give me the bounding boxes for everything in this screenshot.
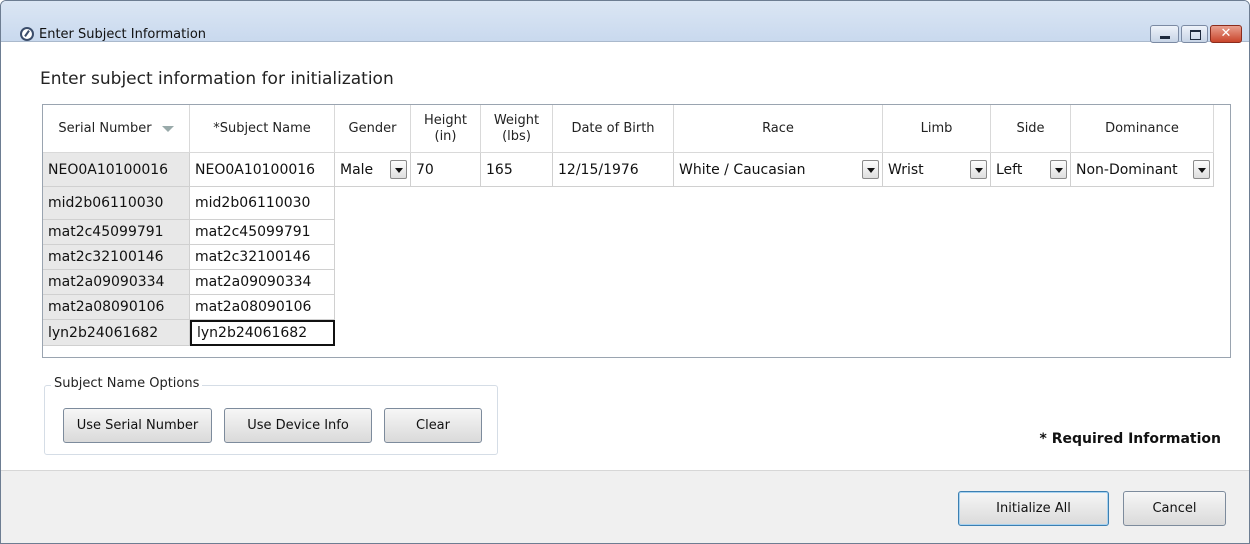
serial-number-cell[interactable]: mat2a09090334 [43, 270, 190, 295]
column-header-limb[interactable]: Limb [883, 105, 991, 153]
serial-number-cell[interactable]: mid2b06110030 [43, 187, 190, 220]
required-info-note: * Required Information [1039, 431, 1221, 447]
side-select[interactable]: Left [991, 153, 1071, 187]
race-select[interactable]: White / Caucasian [674, 153, 883, 187]
column-header-height[interactable]: Height (in) [411, 105, 481, 153]
chevron-down-icon[interactable] [1193, 160, 1210, 179]
chevron-down-icon[interactable] [970, 160, 987, 179]
column-header-serial[interactable]: Serial Number [43, 105, 190, 153]
column-header-subject-name[interactable]: *Subject Name [190, 105, 335, 153]
column-header-gender[interactable]: Gender [335, 105, 411, 153]
dob-cell[interactable]: 12/15/1976 [553, 153, 674, 187]
serial-number-cell[interactable]: mat2a08090106 [43, 295, 190, 320]
limb-select[interactable]: Wrist [883, 153, 991, 187]
subject-name-cell[interactable]: mat2a08090106 [190, 295, 335, 320]
subject-name-cell[interactable]: mat2c45099791 [190, 220, 335, 245]
footer-bar: Initialize All Cancel [1, 470, 1249, 543]
serial-number-cell[interactable]: lyn2b24061682 [43, 320, 190, 346]
use-serial-number-button[interactable]: Use Serial Number [63, 408, 212, 443]
serial-number-cell[interactable]: mat2c32100146 [43, 245, 190, 270]
subject-name-cell[interactable]: mid2b06110030 [190, 187, 335, 220]
gender-select[interactable]: Male [335, 153, 411, 187]
maximize-button[interactable] [1181, 25, 1208, 43]
use-device-info-button[interactable]: Use Device Info [224, 408, 372, 443]
chevron-down-icon[interactable] [390, 160, 407, 179]
column-header-dob[interactable]: Date of Birth [553, 105, 674, 153]
column-header-race[interactable]: Race [674, 105, 883, 153]
sort-down-icon[interactable] [161, 125, 174, 132]
height-cell[interactable]: 70 [411, 153, 481, 187]
column-header-weight[interactable]: Weight (lbs) [481, 105, 553, 153]
subject-name-cell[interactable]: mat2c32100146 [190, 245, 335, 270]
initialize-all-button[interactable]: Initialize All [958, 491, 1109, 526]
column-header-dominance[interactable]: Dominance [1071, 105, 1214, 153]
chevron-down-icon[interactable] [862, 160, 879, 179]
clear-button[interactable]: Clear [384, 408, 482, 443]
page-heading: Enter subject information for initializa… [40, 69, 394, 89]
close-icon: ✕ [1220, 26, 1232, 41]
subject-table: Serial Number *Subject Name Gender Heigh… [42, 104, 1231, 358]
serial-number-cell[interactable]: mat2c45099791 [43, 220, 190, 245]
serial-number-cell[interactable]: NEO0A10100016 [43, 153, 190, 187]
app-icon [20, 27, 34, 41]
weight-cell[interactable]: 165 [481, 153, 553, 187]
cancel-button[interactable]: Cancel [1123, 491, 1226, 526]
column-header-side[interactable]: Side [991, 105, 1071, 153]
subject-name-cell[interactable]: mat2a09090334 [190, 270, 335, 295]
subject-name-cell[interactable]: NEO0A10100016 [190, 153, 335, 187]
dominance-select[interactable]: Non-Dominant [1071, 153, 1214, 187]
close-button[interactable]: ✕ [1210, 25, 1242, 43]
minimize-button[interactable] [1150, 25, 1179, 43]
dialog-window: Enter Subject Information ✕ Enter subjec… [0, 0, 1250, 544]
subject-name-cell-selected[interactable]: lyn2b24061682 [190, 320, 335, 346]
window-title: Enter Subject Information [39, 27, 207, 42]
chevron-down-icon[interactable] [1050, 160, 1067, 179]
group-label: Subject Name Options [51, 376, 203, 391]
title-bar: Enter Subject Information ✕ [1, 1, 1249, 43]
